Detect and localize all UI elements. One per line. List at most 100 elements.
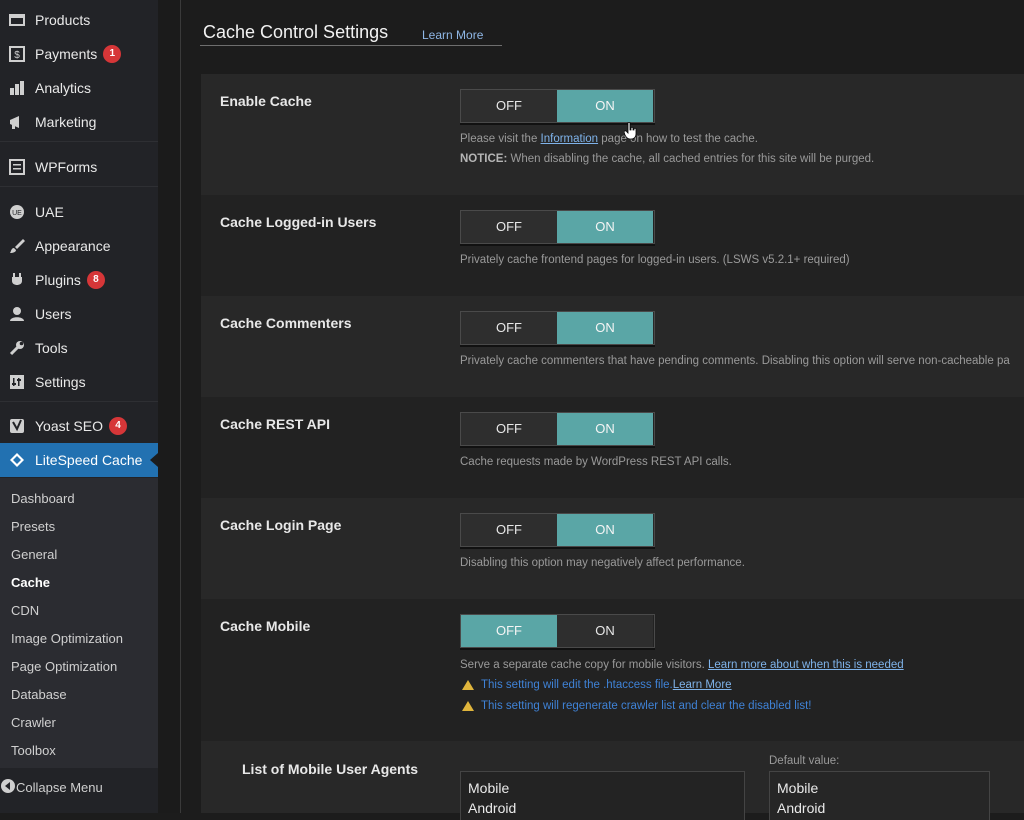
svg-text:$: $ bbox=[14, 50, 20, 61]
setting-description: Disabling this option may negatively aff… bbox=[460, 557, 745, 569]
submenu-crawler[interactable]: Crawler bbox=[11, 715, 56, 730]
sidebar-item-tools[interactable]: Tools bbox=[0, 331, 158, 365]
setting-row-cache-mobile: Cache Mobile OFF ON Serve a separate cac… bbox=[201, 599, 1024, 741]
submenu-image-optimization[interactable]: Image Optimization bbox=[11, 631, 123, 646]
cache-mobile-toggle[interactable]: OFF ON bbox=[460, 614, 655, 648]
toggle-off-option[interactable]: OFF bbox=[461, 514, 557, 546]
page-title: Cache Control Settings bbox=[203, 22, 389, 42]
sidebar-item-litespeed-cache[interactable]: LiteSpeed Cache bbox=[0, 443, 158, 477]
litespeed-submenu: Dashboard Presets General Cache CDN Imag… bbox=[0, 478, 158, 768]
toggle-on-option[interactable]: ON bbox=[557, 90, 653, 122]
sidebar-item-wpforms[interactable]: WPForms bbox=[0, 150, 158, 184]
default-value-label: Default value: bbox=[769, 755, 840, 767]
setting-label: Cache Mobile bbox=[220, 618, 311, 634]
yoast-icon bbox=[8, 417, 26, 435]
toggle-off-option[interactable]: OFF bbox=[461, 413, 557, 445]
default-line: Mobile bbox=[777, 780, 819, 796]
collapse-label: Collapse Menu bbox=[16, 779, 103, 795]
toggle-on-option[interactable]: ON bbox=[557, 615, 653, 647]
setting-description: Cache requests made by WordPress REST AP… bbox=[460, 456, 732, 468]
textarea-line: Android bbox=[468, 800, 517, 816]
sidebar-item-marketing[interactable]: Marketing bbox=[0, 105, 158, 139]
collapse-menu-button[interactable]: Collapse Menu bbox=[0, 770, 158, 804]
setting-description: Privately cache frontend pages for logge… bbox=[460, 254, 850, 266]
sidebar-item-appearance[interactable]: Appearance bbox=[0, 229, 158, 263]
toggle-off-option[interactable]: OFF bbox=[461, 615, 557, 647]
submenu-general[interactable]: General bbox=[11, 547, 57, 562]
submenu-cdn[interactable]: CDN bbox=[11, 603, 39, 618]
sidebar-item-products[interactable]: Products bbox=[0, 3, 158, 37]
setting-description: Please visit the Information page on how… bbox=[460, 133, 758, 145]
htaccess-learn-more-link[interactable]: Learn More bbox=[673, 679, 732, 691]
title-underline bbox=[200, 45, 502, 46]
desc-text: page on how to test the cache. bbox=[598, 133, 758, 145]
megaphone-icon bbox=[8, 113, 26, 131]
toggle-on-option[interactable]: ON bbox=[557, 211, 653, 243]
sidebar-item-settings[interactable]: Settings bbox=[0, 365, 158, 399]
desc-text: Please visit the bbox=[460, 133, 541, 145]
sidebar-item-label: Settings bbox=[35, 374, 86, 390]
setting-label: Cache Logged-in Users bbox=[220, 214, 377, 230]
current-menu-arrow bbox=[150, 453, 158, 467]
learn-more-link[interactable]: Learn More bbox=[422, 28, 483, 42]
setting-label: Cache Login Page bbox=[220, 517, 342, 533]
submenu-dashboard[interactable]: Dashboard bbox=[11, 491, 75, 506]
cache-login-page-toggle[interactable]: OFF ON bbox=[460, 513, 655, 547]
sidebar-item-uae[interactable]: UE UAE bbox=[0, 195, 158, 229]
paintbrush-icon bbox=[8, 237, 26, 255]
settings-icon bbox=[8, 373, 26, 391]
sidebar-item-label: WPForms bbox=[35, 159, 98, 175]
setting-label: List of Mobile User Agents bbox=[242, 761, 419, 777]
notice-text: When disabling the cache, all cached ent… bbox=[507, 153, 875, 165]
setting-description: Serve a separate cache copy for mobile v… bbox=[460, 659, 904, 671]
sidebar-item-users[interactable]: Users bbox=[0, 297, 158, 331]
menu-separator bbox=[0, 186, 158, 187]
cache-logged-in-users-toggle[interactable]: OFF ON bbox=[460, 210, 655, 244]
htaccess-warning: This setting will edit the .htaccess fil… bbox=[462, 679, 732, 691]
submenu-presets[interactable]: Presets bbox=[11, 519, 55, 534]
cache-rest-api-toggle[interactable]: OFF ON bbox=[460, 412, 655, 446]
submenu-page-optimization[interactable]: Page Optimization bbox=[11, 659, 117, 674]
sidebar-gutter bbox=[158, 0, 180, 813]
notice-label: NOTICE: bbox=[460, 153, 508, 165]
submenu-toolbox[interactable]: Toolbox bbox=[11, 743, 56, 758]
sidebar-item-payments[interactable]: $ Payments 1 bbox=[0, 37, 158, 71]
warning-icon bbox=[462, 680, 474, 690]
toggle-off-option[interactable]: OFF bbox=[461, 90, 557, 122]
submenu-database[interactable]: Database bbox=[11, 687, 67, 702]
notification-badge: 4 bbox=[108, 417, 127, 435]
submenu-cache[interactable]: Cache bbox=[11, 575, 50, 590]
toggle-off-option[interactable]: OFF bbox=[461, 312, 557, 344]
setting-row-cache-login-page: Cache Login Page OFF ON Disabling this o… bbox=[201, 498, 1024, 599]
toggle-on-option[interactable]: ON bbox=[557, 514, 653, 546]
sidebar-item-label: Users bbox=[35, 306, 72, 322]
warning-text: This setting will edit the .htaccess fil… bbox=[481, 679, 673, 691]
information-link[interactable]: Information bbox=[541, 133, 599, 145]
warning-icon bbox=[462, 701, 474, 711]
cache-commenters-toggle[interactable]: OFF ON bbox=[460, 311, 655, 345]
learn-more-mobile-link[interactable]: Learn more about when this is needed bbox=[708, 659, 904, 671]
menu-separator bbox=[0, 401, 158, 402]
form-icon bbox=[8, 158, 26, 176]
user-icon bbox=[8, 305, 26, 323]
svg-text:UE: UE bbox=[12, 210, 22, 217]
sidebar-item-label: Appearance bbox=[35, 238, 111, 254]
sidebar-item-analytics[interactable]: Analytics bbox=[0, 71, 158, 105]
enable-cache-toggle[interactable]: OFF ON bbox=[460, 89, 655, 123]
hand-cursor-icon bbox=[624, 122, 637, 140]
sidebar-item-label: UAE bbox=[35, 204, 64, 220]
setting-row-cache-logged-in-users: Cache Logged-in Users OFF ON Privately c… bbox=[201, 195, 1024, 296]
crawler-warning: This setting will regenerate crawler lis… bbox=[462, 700, 811, 712]
dollar-icon: $ bbox=[8, 45, 26, 63]
sidebar-item-label: LiteSpeed Cache bbox=[35, 452, 143, 468]
setting-row-cache-rest-api: Cache REST API OFF ON Cache requests mad… bbox=[201, 397, 1024, 498]
sidebar-item-plugins[interactable]: Plugins 8 bbox=[0, 263, 158, 297]
toggle-on-option[interactable]: ON bbox=[557, 413, 653, 445]
collapse-icon bbox=[0, 778, 16, 797]
sidebar-item-label: Payments bbox=[35, 46, 98, 62]
warning-text: This setting will regenerate crawler lis… bbox=[481, 700, 812, 712]
toggle-on-option[interactable]: ON bbox=[557, 312, 653, 344]
toggle-off-option[interactable]: OFF bbox=[461, 211, 557, 243]
notification-badge: 1 bbox=[103, 45, 122, 63]
sidebar-item-yoast-seo[interactable]: Yoast SEO 4 bbox=[0, 409, 158, 443]
